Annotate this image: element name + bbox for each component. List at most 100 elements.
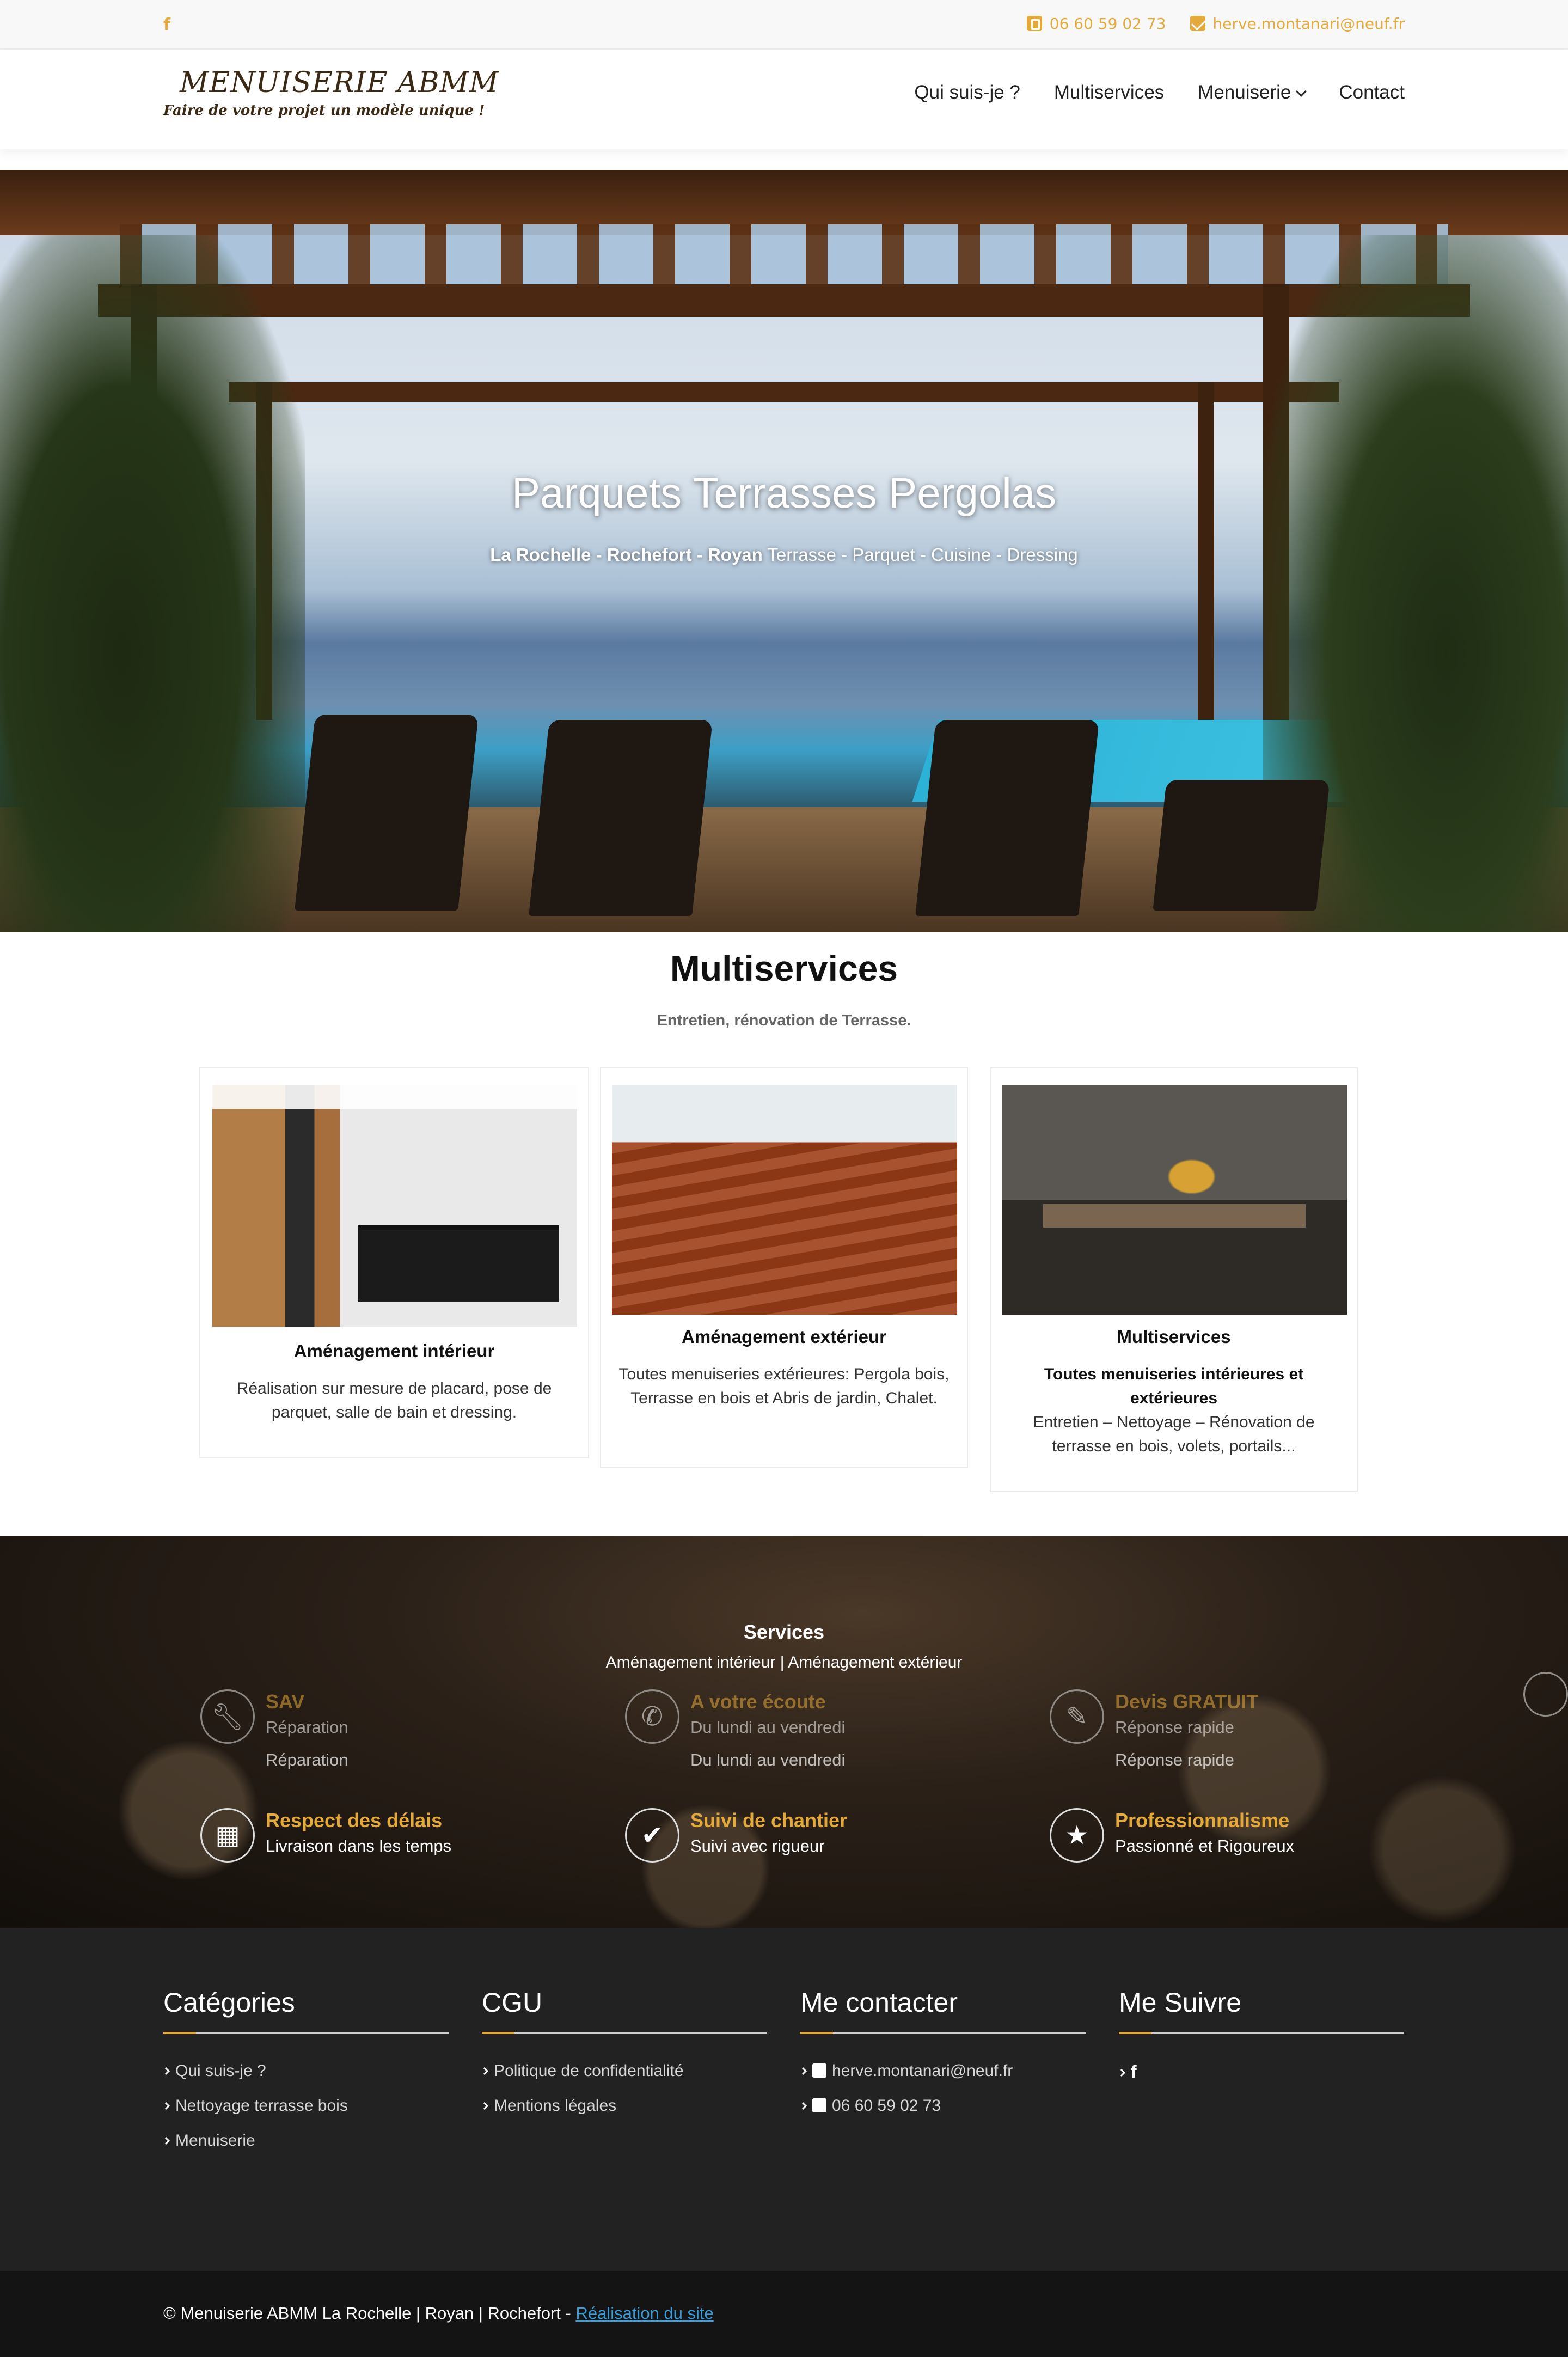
scroll-top-button[interactable] [1523, 1672, 1568, 1717]
top-phone-link[interactable]: 06 60 59 02 73 [1026, 15, 1166, 33]
credits-link[interactable]: Réalisation du site [575, 2304, 713, 2323]
facebook-icon: f [1131, 2062, 1137, 2081]
nav-item-multiservices[interactable]: Multiservices [1054, 82, 1164, 103]
chevron-right-icon [480, 2102, 489, 2110]
service-sub: Réponse rapide [1115, 1718, 1234, 1737]
card-text-bold: Toutes menuiseries intérieures et extéri… [1044, 1365, 1304, 1407]
footer-categories: Catégories Qui suis-je ? Nettoyage terra… [162, 1987, 449, 2166]
footer-email-link[interactable]: herve.montanari@neuf.fr [799, 2062, 1086, 2080]
footer-link[interactable]: Politique de confidentialité [480, 2062, 767, 2080]
nav-item-contact[interactable]: Contact [1339, 82, 1405, 103]
chevron-right-icon [162, 2102, 170, 2110]
main-nav: Qui suis-je ? Multiservices Menuiserie C… [914, 82, 1405, 103]
hero-subtitle-services: Terrasse - Parquet - Cuisine - Dressing [762, 545, 1078, 565]
footer-heading: Me Suivre [1119, 1987, 1404, 2034]
card-image-kitchen [212, 1085, 577, 1327]
hero-chair [295, 715, 479, 911]
hero-chair [1153, 780, 1330, 911]
service-professionnalisme: ★ Professionnalisme Passionné et Rigoure… [1050, 1808, 1376, 1868]
hero-title: Parquets Terrasses Pergolas [511, 469, 1057, 517]
service-sub: Livraison dans les temps [266, 1836, 452, 1855]
service-title: SAV [266, 1690, 305, 1713]
bottom-bar: © Menuiserie ABMM La Rochelle | Royan | … [0, 2271, 1568, 2357]
service-sub: Suivi avec rigueur [690, 1836, 825, 1855]
nav-item-menuiserie-label: Menuiserie [1198, 82, 1291, 103]
footer-follow: Me Suivre f [1117, 1987, 1404, 2098]
top-email-text: herve.montanari@neuf.fr [1212, 15, 1405, 33]
top-bar: f 06 60 59 02 73 herve.montanari@neuf.fr [0, 0, 1568, 50]
calendar-icon: ▦ [200, 1808, 255, 1863]
services-band: Services Aménagement intérieur | Aménage… [0, 1536, 1568, 1928]
footer-link[interactable]: Nettoyage terrasse bois [162, 2097, 449, 2115]
footer-phone-link[interactable]: 06 60 59 02 73 [799, 2097, 1086, 2115]
hero-pergola-slats [120, 224, 1448, 290]
service-ghost-text: Réponse rapide [1115, 1750, 1234, 1769]
service-title: Professionnalisme [1115, 1809, 1290, 1831]
envelope-icon [812, 2063, 826, 2078]
chevron-right-icon [162, 2067, 170, 2075]
service-card-multiservices[interactable]: Multiservices Toutes menuiseries intérie… [990, 1067, 1358, 1492]
copyright-text: © Menuiserie ABMM La Rochelle | Royan | … [163, 2304, 576, 2323]
service-sav: 🔧︎ SAV Réparation [200, 1689, 527, 1749]
footer-link[interactable]: Menuiserie [162, 2132, 449, 2150]
footer-heading: Catégories [163, 1987, 449, 2034]
service-sub: Réparation [266, 1718, 348, 1737]
card-image-sander [1002, 1085, 1347, 1315]
phone-icon [1026, 16, 1042, 31]
section-title: Multiservices [670, 948, 898, 988]
top-email-link[interactable]: herve.montanari@neuf.fr [1190, 15, 1405, 33]
card-text: Réalisation sur mesure de placard, pose … [236, 1379, 552, 1421]
chevron-right-icon [162, 2136, 170, 2145]
hero-pergola-beam-back [229, 382, 1339, 402]
service-card-exterieur[interactable]: Aménagement extérieur Toutes menuiseries… [600, 1067, 968, 1468]
nav-item-menuiserie[interactable]: Menuiserie [1198, 82, 1307, 103]
chevron-down-icon [1296, 86, 1307, 97]
logo-tagline: Faire de votre projet un modèle unique ! [163, 102, 485, 119]
service-sub: Du lundi au vendredi [690, 1718, 846, 1737]
nav-item-qui-suis-je[interactable]: Qui suis-je ? [914, 82, 1020, 103]
footer-link[interactable]: Mentions légales [480, 2097, 767, 2115]
service-sub: Passionné et Rigoureux [1115, 1836, 1295, 1855]
chevron-right-icon [799, 2067, 807, 2075]
site-header: MENUISERIE ABMM Faire de votre projet un… [0, 50, 1568, 149]
chevron-right-icon [480, 2067, 489, 2075]
phone-icon: ✆ [625, 1689, 679, 1744]
hero-palm-left [0, 235, 305, 932]
hero-banner: Parquets Terrasses Pergolas La Rochelle … [0, 170, 1568, 932]
footer-facebook-link[interactable]: f [1117, 2062, 1404, 2082]
star-icon: ★ [1050, 1808, 1104, 1863]
footer-cgu: CGU Politique de confidentialité Mention… [480, 1987, 767, 2132]
logo-title[interactable]: MENUISERIE ABMM [180, 66, 499, 99]
section-subtitle: Entretien, rénovation de Terrasse. [657, 1012, 911, 1029]
footer-heading: CGU [482, 1987, 767, 2034]
service-suivi: ✔ Suivi de chantier Suivi avec rigueur [625, 1808, 952, 1868]
services-title: Services [743, 1621, 825, 1643]
service-ecoute: ✆ A votre écoute Du lundi au vendredi [625, 1689, 952, 1749]
facebook-icon[interactable]: f [163, 15, 170, 34]
chevron-right-icon [799, 2102, 807, 2110]
service-title: Suivi de chantier [690, 1809, 848, 1831]
check-icon: ✔ [625, 1808, 679, 1863]
card-title: Aménagement intérieur [293, 1341, 495, 1361]
footer-link[interactable]: Qui suis-je ? [162, 2062, 449, 2080]
phone-icon [812, 2098, 826, 2112]
chevron-right-icon [1117, 2068, 1126, 2077]
footer-heading: Me contacter [800, 1987, 1086, 2034]
service-title: Devis GRATUIT [1115, 1690, 1259, 1713]
hero-chair [529, 720, 713, 916]
card-title: Multiservices [1117, 1327, 1231, 1347]
top-phone-text: 06 60 59 02 73 [1049, 15, 1166, 33]
footer-contact: Me contacter herve.montanari@neuf.fr 06 … [799, 1987, 1086, 2132]
hero-subtitle-locations: La Rochelle - Rochefort - Royan [490, 545, 763, 565]
service-ghost-text: Du lundi au vendredi [690, 1750, 846, 1769]
service-title: Respect des délais [266, 1809, 443, 1831]
service-card-interieur[interactable]: Aménagement intérieur Réalisation sur me… [199, 1067, 589, 1458]
service-devis: ✎ Devis GRATUIT Réponse rapide [1050, 1689, 1376, 1749]
site-footer: Catégories Qui suis-je ? Nettoyage terra… [0, 1928, 1568, 2271]
card-title: Aménagement extérieur [682, 1327, 886, 1347]
wrench-icon: 🔧︎ [200, 1689, 255, 1744]
service-title: A votre écoute [690, 1690, 826, 1713]
top-contact: 06 60 59 02 73 herve.montanari@neuf.fr [1026, 15, 1405, 33]
copyright: © Menuiserie ABMM La Rochelle | Royan | … [163, 2304, 714, 2323]
service-ghost-text: Réparation [266, 1750, 348, 1769]
